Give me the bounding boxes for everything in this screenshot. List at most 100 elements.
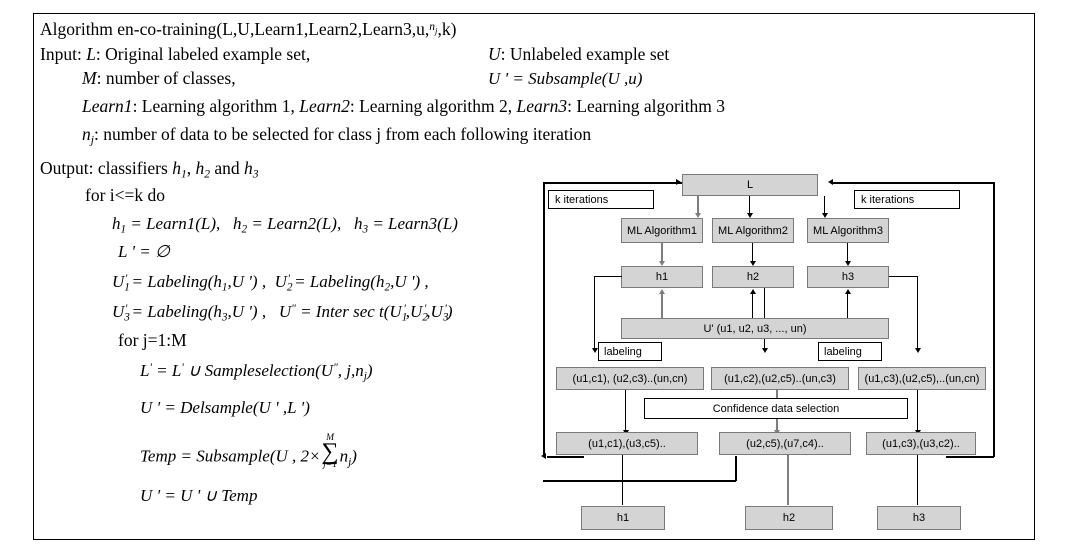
node-h1-bottom: h1 xyxy=(581,506,665,530)
learn1-text: : Learning algorithm 1, xyxy=(132,96,295,116)
equation-U3-intersect: U3' = Labeling(h3,U ') , U" = Inter sec … xyxy=(112,302,453,324)
node-u-prime-label: U' (u1, u2, u3, ..., un) xyxy=(703,322,807,335)
eq-h1-rhs: = Learn1(L) xyxy=(130,214,216,233)
equation-Lprime-empty: L ' = ∅ xyxy=(118,242,170,261)
node-u-prime: U' (u1, u2, u3, ..., un) xyxy=(621,318,889,339)
eq-Udd-var: U xyxy=(278,302,292,321)
output-h2: h xyxy=(195,158,205,178)
eq-U1-tail: ,U ') , xyxy=(227,272,267,291)
eq-U3-var: U xyxy=(112,302,125,321)
loop-rail-right-bottom xyxy=(946,456,994,458)
equation-h-learners: h1 = Learn1(L), h2 = Learn2(L), h3 = Lea… xyxy=(112,214,458,236)
node-labeled-set-3: (u1,c3),(u2,c5),..(un,cn) xyxy=(858,367,986,390)
learn2-text: : Learning algorithm 2, xyxy=(349,96,513,116)
input-U-var: U xyxy=(488,44,501,64)
node-h3-top: h3 xyxy=(807,266,889,288)
edge-selected1-to-h1 xyxy=(622,455,624,505)
eq-U2-rhs: = Labeling(h xyxy=(294,272,385,291)
figure-page: Algorithm en-co-training(L,U,Learn1,Lear… xyxy=(0,0,1074,553)
input-line-learners: Learn1: Learning algorithm 1, Learn2: Le… xyxy=(82,96,726,116)
edge-h3-right-stub xyxy=(889,276,918,278)
node-L-label: L xyxy=(746,179,754,191)
node-h2-top-label: h2 xyxy=(746,271,760,283)
node-selected-set-1-label: (u1,c1),(u3,c5).. xyxy=(588,437,666,450)
loop-rail-left-arrow-in xyxy=(541,453,546,459)
node-selected-set-2-label: (u2,c5),(u7,c4).. xyxy=(746,437,824,450)
edge-ml1-to-h1 xyxy=(661,243,663,262)
labeling-left-box: labeling xyxy=(598,342,662,361)
node-h2-bottom-label: h2 xyxy=(782,512,796,524)
learn2-var: Learn2 xyxy=(299,96,350,116)
edge-labeled1-down xyxy=(625,390,627,431)
labeling-right-label: labeling xyxy=(824,345,862,358)
eq-h1-var: h xyxy=(112,214,121,233)
nj-text: : number of data to be selected for clas… xyxy=(93,124,592,144)
edge-uprime-to-h1-arrow xyxy=(658,289,665,294)
loop-rail-right-top xyxy=(832,182,994,184)
input-M-var: M xyxy=(82,68,97,88)
nj-var: n xyxy=(82,124,91,144)
node-selected-set-1: (u1,c1),(u3,c5).. xyxy=(556,432,698,455)
output-h3: h xyxy=(244,158,253,178)
loop-rail-left-top xyxy=(543,182,686,184)
node-h3-top-label: h3 xyxy=(841,271,855,283)
for-j-loop: for j=1:M xyxy=(118,330,187,350)
algorithm-title-prefix: Algorithm en-co-training(L,U,Learn1,Lear… xyxy=(40,19,430,39)
eq-U1-var: U xyxy=(112,272,125,291)
edge-h1-left-stub xyxy=(594,276,622,278)
edge-uprime-to-h2 xyxy=(752,294,754,318)
edge-h2-mid-arrow xyxy=(761,348,768,353)
eq-temp-close: ) xyxy=(351,446,357,466)
node-h3-bottom-label: h3 xyxy=(912,512,926,524)
edge-h3-right-arrow xyxy=(914,348,921,353)
eq-Udd-c2: ,U xyxy=(426,302,443,321)
input-line-L: Input: L: Original labeled example set, xyxy=(40,44,311,64)
equation-U1-U2-labeling: U1' = Labeling(h1,U ') , U2' = Labeling(… xyxy=(112,272,429,294)
summation-lower-limit: j=1 xyxy=(323,460,337,471)
loop-rail-left-bottom xyxy=(547,456,584,458)
eq-sampsel-close: ) xyxy=(366,361,373,380)
node-selected-set-3: (u1,c3),(u3,c2).. xyxy=(866,432,976,455)
loop-rail-right-vertical xyxy=(993,182,995,457)
output-and: and xyxy=(214,158,240,178)
eq-h1-index: 1 xyxy=(120,223,127,236)
edge-L-to-ml3 xyxy=(824,196,826,214)
flowchart: k iterations k iterations L ML Algorithm… xyxy=(536,170,1036,538)
edge-uprime-to-h2-arrow xyxy=(749,289,756,294)
output-h2-index: 2 xyxy=(204,168,211,181)
for-i-loop: for i<=k do xyxy=(85,185,166,205)
k-iterations-left-box: k iterations xyxy=(548,190,654,209)
confidence-data-selection-box: Confidence data selection xyxy=(644,398,908,419)
k-iterations-right-box: k iterations xyxy=(854,190,960,209)
confidence-data-selection-label: Confidence data selection xyxy=(712,402,840,415)
learn1-var: Learn1 xyxy=(82,96,133,116)
output-comma: , xyxy=(186,158,192,178)
learn3-text: : Learning algorithm 3 xyxy=(567,96,726,116)
input-line-M: M: number of classes, xyxy=(82,68,236,88)
eq-U2-var: U xyxy=(274,272,287,291)
edge-selected3-to-h3 xyxy=(917,455,919,505)
input-line-U: U: Unlabeled example set xyxy=(488,44,669,64)
eq-h3-index: 3 xyxy=(362,223,369,236)
k-iterations-left-label: k iterations xyxy=(555,193,609,206)
edge-labeled3-down xyxy=(917,390,919,431)
output-h1: h xyxy=(172,158,181,178)
edge-h1-left-arrow xyxy=(591,348,598,353)
loop-rail-bottom-horizontal xyxy=(543,480,736,482)
equation-subsample: U ' = Subsample(U ,u) xyxy=(488,69,643,88)
output-line: Output: classifiers h1, h2 and h3 xyxy=(40,158,259,181)
input-L-var: L xyxy=(86,44,96,64)
node-ml-algorithm-3: ML Algorithm3 xyxy=(807,218,889,243)
edge-L-to-ml2 xyxy=(749,196,751,214)
eq-sampsel-args: , j,n xyxy=(337,361,364,380)
node-h1-bottom-label: h1 xyxy=(616,512,630,524)
algorithm-title-suffix: ,k) xyxy=(437,19,457,39)
node-labeled-set-3-label: (u1,c3),(u2,c5),..(un,cn) xyxy=(864,372,980,385)
node-L: L xyxy=(682,174,818,196)
eq-U2-tail: ,U ') , xyxy=(390,272,429,291)
labeling-left-label: labeling xyxy=(604,345,642,358)
eq-h2-rhs: = Learn2(L) xyxy=(251,214,337,233)
edge-h3-right-drop xyxy=(917,276,919,349)
input-L-text: : Original labeled example set, xyxy=(95,44,311,64)
output-label: Output: classifiers xyxy=(40,158,168,178)
